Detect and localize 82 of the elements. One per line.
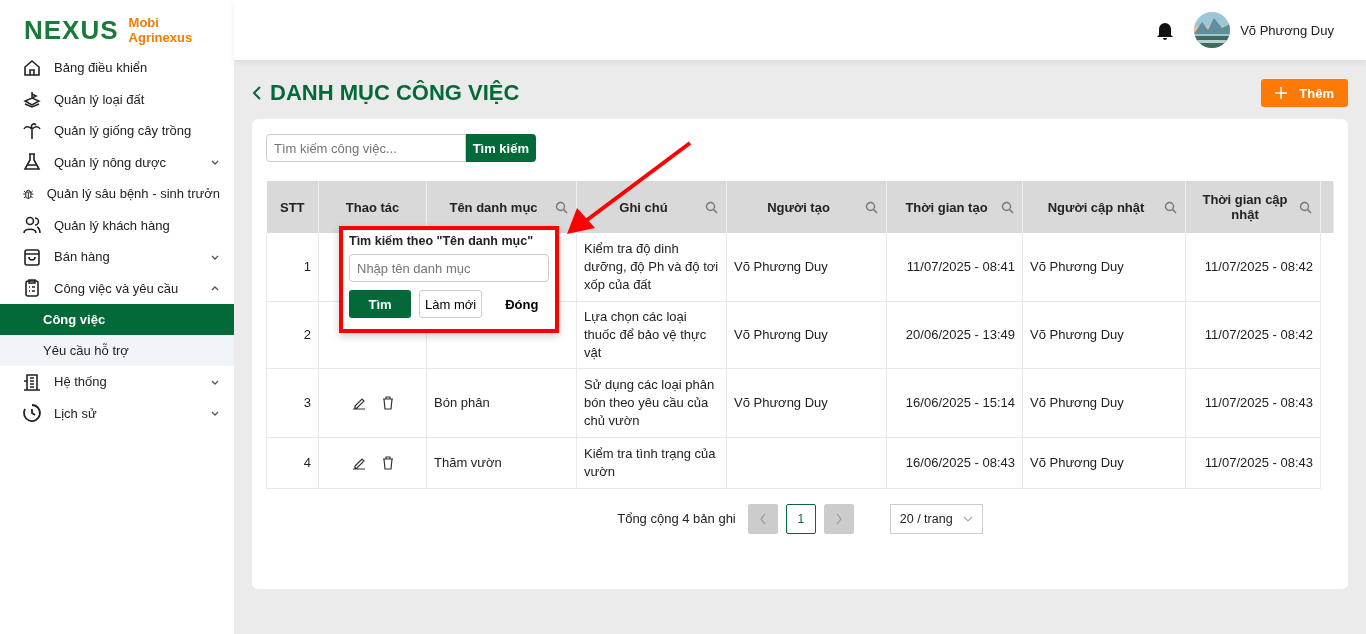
table-cell: 11/07/2025 - 08:41 bbox=[906, 258, 1015, 274]
column-header: Thời gian tạo bbox=[886, 181, 1023, 233]
search-icon[interactable] bbox=[555, 201, 568, 214]
sidebar-item[interactable]: Quản lý sâu bệnh - sinh trưởn bbox=[0, 178, 234, 210]
sidebar-subitem[interactable]: Công việc bbox=[0, 304, 234, 335]
table-cell: Bón phân bbox=[434, 394, 490, 410]
page-size-select[interactable]: 20 / trang bbox=[889, 503, 983, 534]
users-icon bbox=[22, 215, 42, 236]
table-cell: Lựa chọn các loại thuốc để bảo vệ thực vật bbox=[584, 308, 707, 360]
history-icon bbox=[22, 403, 42, 424]
chevron-right-icon bbox=[834, 512, 843, 525]
sidebar-item[interactable]: Lịch sử bbox=[0, 397, 234, 429]
trash-icon[interactable] bbox=[381, 455, 394, 470]
sidebar-item[interactable]: Quản lý giống cây trồng bbox=[0, 115, 234, 147]
table-cell: 3 bbox=[303, 394, 311, 410]
table-cell: Thăm vườn bbox=[434, 454, 502, 470]
table-cell: 16/06/2025 - 15:14 bbox=[905, 394, 1015, 410]
search-button[interactable]: Tìm kiếm bbox=[465, 134, 536, 162]
building-icon bbox=[22, 371, 42, 392]
column-header: Người tạo bbox=[726, 181, 887, 233]
bag-icon bbox=[22, 246, 42, 267]
column-header: Thời gian cập nhật bbox=[1185, 181, 1321, 233]
page-button[interactable]: 1 bbox=[785, 503, 816, 534]
column-header: Người cập nhật bbox=[1022, 181, 1186, 233]
table-cell: Võ Phương Duy bbox=[734, 326, 828, 342]
table-cell: 16/06/2025 - 08:43 bbox=[905, 454, 1015, 470]
table-cell: Võ Phương Duy bbox=[734, 258, 828, 274]
table-cell: Võ Phương Duy bbox=[1030, 326, 1124, 342]
table-cell: 2 bbox=[303, 326, 311, 342]
sidebar-item[interactable]: Bán hàng bbox=[0, 241, 234, 273]
search-icon[interactable] bbox=[865, 201, 878, 214]
sidebar-item[interactable]: Công việc và yêu cầu bbox=[0, 272, 234, 304]
table-cell: Kiểm tra tình trạng của vườn bbox=[584, 445, 716, 479]
search-icon[interactable] bbox=[705, 201, 718, 214]
logo: NEXUS bbox=[24, 17, 119, 43]
table-cell: Võ Phương Duy bbox=[1030, 454, 1124, 470]
table-cell: Kiểm tra độ dinh dưỡng, độ Ph và độ tơi xốp của đất bbox=[584, 240, 719, 292]
search-icon[interactable] bbox=[1299, 201, 1312, 214]
back-icon[interactable] bbox=[252, 86, 262, 100]
table-cell: 4 bbox=[303, 454, 311, 470]
sidebar-item[interactable]: Quản lý nông dược bbox=[0, 146, 234, 178]
table-cell: 1 bbox=[303, 258, 311, 274]
brand-name: Agrinexus bbox=[128, 30, 193, 45]
popup-title: Tìm kiếm theo "Tên danh mục" bbox=[349, 234, 535, 248]
sidebar-item[interactable]: Bảng điều khiển bbox=[0, 52, 234, 84]
search-icon[interactable] bbox=[1001, 201, 1014, 214]
sidebar-item[interactable]: Hệ thống bbox=[0, 366, 234, 398]
table-cell: Võ Phương Duy bbox=[1030, 394, 1124, 410]
table-cell: 11/07/2025 - 08:42 bbox=[1204, 326, 1313, 342]
brand-name: Mobi bbox=[128, 15, 160, 30]
page-title: DANH MỤC CÔNG VIỆC bbox=[270, 80, 520, 106]
close-button[interactable]: Đóng bbox=[500, 290, 544, 318]
next-page-button[interactable] bbox=[823, 503, 854, 534]
table-cell: Võ Phương Duy bbox=[734, 394, 828, 410]
table-cell: 11/07/2025 - 08:43 bbox=[1204, 394, 1313, 410]
total-records: Tổng cộng 4 bản ghi bbox=[617, 511, 736, 526]
trash-icon[interactable] bbox=[381, 395, 394, 410]
user-name[interactable]: Võ Phương Duy bbox=[1240, 22, 1334, 38]
sidebar-item[interactable]: Quản lý khách hàng bbox=[0, 209, 234, 241]
column-header: Ghi chú bbox=[576, 181, 727, 233]
clipboard-icon bbox=[22, 278, 42, 299]
search-button[interactable]: Tìm bbox=[349, 290, 411, 318]
search-icon[interactable] bbox=[1164, 201, 1177, 214]
previous-page-button[interactable] bbox=[747, 503, 778, 534]
bell-icon bbox=[1156, 20, 1175, 40]
table-cell: Võ Phương Duy bbox=[1030, 258, 1124, 274]
table-cell: Sử dụng các loại phân bón theo yêu cầu của chủ vườn bbox=[584, 376, 715, 428]
filter-field[interactable]: Nhập tên danh mục bbox=[349, 254, 549, 282]
chevron-left-icon bbox=[758, 512, 767, 525]
plus-icon bbox=[1275, 87, 1288, 99]
search-field[interactable]: Tìm kiếm công việc... bbox=[266, 134, 466, 162]
sidebar-item[interactable]: Quản lý loại đất bbox=[0, 83, 234, 115]
flask-icon bbox=[22, 152, 42, 173]
reset-button[interactable]: Làm mới bbox=[419, 290, 483, 318]
plant-icon bbox=[22, 120, 42, 141]
sidebar-subitem[interactable]: Yêu cầu hỗ trợ bbox=[0, 335, 234, 366]
table-cell: 11/07/2025 - 08:43 bbox=[1204, 454, 1313, 470]
home-icon bbox=[22, 57, 42, 78]
soil-icon bbox=[22, 89, 42, 110]
table-cell: 11/07/2025 - 08:42 bbox=[1204, 258, 1313, 274]
table-cell: 20/06/2025 - 13:49 bbox=[905, 326, 1015, 342]
column-header: STT bbox=[266, 181, 319, 233]
